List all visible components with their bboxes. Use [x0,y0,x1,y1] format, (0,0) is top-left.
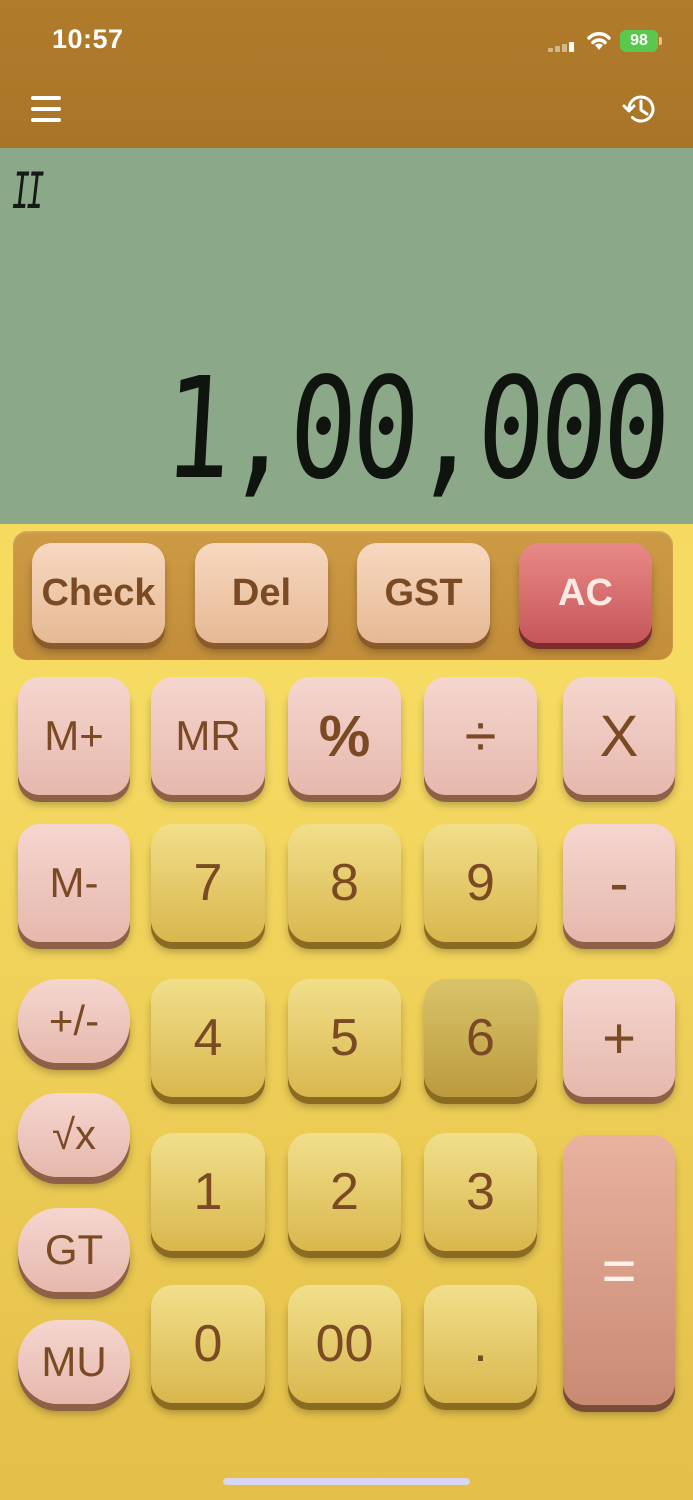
wifi-icon [587,32,611,50]
digit-1-button[interactable]: 1 [151,1133,265,1251]
multiply-button[interactable]: X [563,677,675,795]
calculator-display: II 1,00,000 [0,148,693,524]
decimal-point-button[interactable]: . [424,1285,537,1403]
top-bar: 10:57 98 [0,0,693,148]
square-root-button[interactable]: √x [18,1093,130,1177]
cellular-signal-icon [548,40,578,52]
delete-button[interactable]: Del [195,543,328,643]
divide-button[interactable]: ÷ [424,677,537,795]
plus-button[interactable]: + [563,979,675,1097]
double-zero-button[interactable]: 00 [288,1285,401,1403]
display-value: 1,00,000 [159,348,670,511]
grand-total-indicator: II [12,162,45,220]
home-indicator[interactable] [223,1478,470,1485]
digit-6-button[interactable]: 6 [424,979,537,1097]
grand-total-button[interactable]: GT [18,1208,130,1292]
markup-button[interactable]: MU [18,1320,130,1404]
history-clock-icon[interactable] [622,91,658,127]
gst-button[interactable]: GST [357,543,490,643]
all-clear-button[interactable]: AC [519,543,652,643]
status-time: 10:57 [52,24,124,54]
plus-minus-button[interactable]: +/- [18,979,130,1063]
minus-button[interactable]: - [563,824,675,942]
digit-7-button[interactable]: 7 [151,824,265,942]
battery-indicator: 98 [620,30,662,52]
digit-9-button[interactable]: 9 [424,824,537,942]
digit-2-button[interactable]: 2 [288,1133,401,1251]
hamburger-menu-icon[interactable] [31,96,61,122]
check-button[interactable]: Check [32,543,165,643]
equals-button[interactable]: = [563,1135,675,1405]
memory-minus-button[interactable]: M- [18,824,130,942]
battery-level: 98 [630,32,648,49]
memory-recall-button[interactable]: MR [151,677,265,795]
digit-3-button[interactable]: 3 [424,1133,537,1251]
digit-5-button[interactable]: 5 [288,979,401,1097]
digit-4-button[interactable]: 4 [151,979,265,1097]
memory-plus-button[interactable]: M+ [18,677,130,795]
percent-button[interactable]: % [288,677,401,795]
digit-8-button[interactable]: 8 [288,824,401,942]
digit-0-button[interactable]: 0 [151,1285,265,1403]
